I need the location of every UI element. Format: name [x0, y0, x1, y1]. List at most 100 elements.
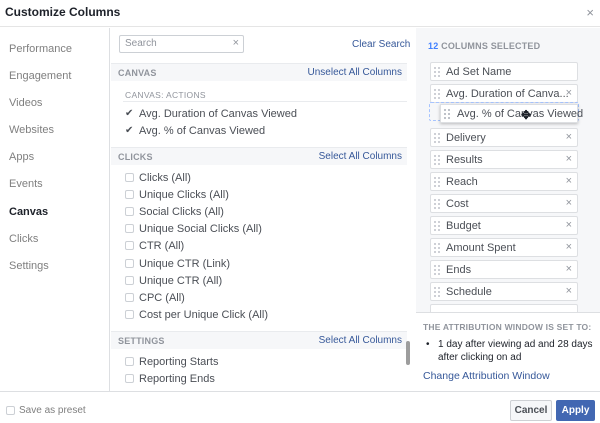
subsection-label-canvas-actions: CANVAS: ACTIONS	[125, 90, 206, 100]
remove-column-icon[interactable]: ×	[566, 219, 572, 231]
section-title-canvas: CANVAS	[118, 68, 157, 78]
selected-column-amount-spent[interactable]: Amount Spent ×	[430, 238, 578, 257]
checkbox-checked-icon[interactable]: ✔	[125, 126, 134, 136]
category-nav: Performance Engagement Videos Websites A…	[0, 28, 110, 391]
checkbox[interactable]	[125, 259, 134, 268]
attribution-description: 1 day after viewing ad and 28 days after…	[438, 339, 593, 363]
checkbox[interactable]	[125, 276, 134, 285]
selected-column-delivery[interactable]: Delivery ×	[430, 128, 578, 147]
divider	[123, 101, 407, 102]
checkbox-checked-icon[interactable]: ✔	[125, 109, 134, 119]
nav-item-events[interactable]: Events	[9, 178, 43, 190]
selected-column-label: Ends	[446, 264, 472, 276]
unselect-all-canvas-link[interactable]: Unselect All Columns	[308, 67, 402, 78]
clear-search-icon[interactable]: ×	[233, 37, 239, 49]
save-preset-label[interactable]: Save as preset	[19, 405, 86, 416]
remove-column-icon[interactable]: ×	[566, 131, 572, 143]
column-list-scrollbar[interactable]	[406, 341, 410, 365]
option-label: Cost per Unique Click (All)	[139, 309, 268, 321]
nav-item-settings[interactable]: Settings	[9, 260, 49, 272]
option-label: Avg. % of Canvas Viewed	[139, 125, 266, 137]
nav-item-engagement[interactable]: Engagement	[9, 70, 71, 82]
drag-handle-icon[interactable]	[434, 221, 441, 231]
selected-column-label: Delivery	[446, 132, 486, 144]
checkbox[interactable]	[125, 173, 134, 182]
nav-item-performance[interactable]: Performance	[9, 43, 72, 55]
nav-item-apps[interactable]: Apps	[9, 151, 34, 163]
selected-column-ad-set-name[interactable]: Ad Set Name	[430, 62, 578, 81]
selected-column-cost[interactable]: Cost ×	[430, 194, 578, 213]
dialog-header: Customize Columns ×	[0, 0, 600, 27]
section-title-settings: SETTINGS	[118, 336, 165, 346]
dragged-column-avg-pct-canvas[interactable]: Avg. % of Canvas Viewed	[440, 104, 583, 123]
selected-column-schedule[interactable]: Schedule ×	[430, 282, 578, 301]
option-label: Reporting Ends	[139, 373, 215, 385]
section-header-canvas: CANVAS Unselect All Columns	[111, 63, 407, 81]
attribution-window-box: THE ATTRIBUTION WINDOW IS SET TO: • 1 da…	[416, 312, 600, 391]
section-header-settings: SETTINGS Select All Columns	[111, 331, 407, 349]
checkbox[interactable]	[125, 207, 134, 216]
selected-column-budget[interactable]: Budget ×	[430, 216, 578, 235]
drag-handle-icon[interactable]	[434, 177, 441, 187]
apply-button[interactable]: Apply	[556, 400, 595, 421]
remove-column-icon[interactable]: ×	[566, 285, 572, 297]
column-list: Search × Clear Search CANVAS Unselect Al…	[111, 28, 415, 391]
checkbox[interactable]	[125, 310, 134, 319]
selected-column-results[interactable]: Results ×	[430, 150, 578, 169]
selected-column-label: Cost	[446, 198, 469, 210]
select-all-settings-link[interactable]: Select All Columns	[319, 335, 402, 346]
drag-handle-icon[interactable]	[434, 287, 441, 297]
selected-column-label: Amount Spent	[446, 242, 516, 254]
drag-handle-icon[interactable]	[434, 265, 441, 275]
drag-handle-icon[interactable]	[434, 199, 441, 209]
remove-column-icon[interactable]: ×	[566, 153, 572, 165]
selected-column-label: Reach	[446, 176, 478, 188]
section-header-clicks: CLICKS Select All Columns	[111, 147, 407, 165]
drag-handle-icon[interactable]	[444, 109, 451, 119]
option-label: Avg. Duration of Canvas Viewed	[139, 108, 297, 120]
drag-handle-icon[interactable]	[434, 243, 441, 253]
remove-column-icon[interactable]: ×	[566, 197, 572, 209]
option-label: CPC (All)	[139, 292, 185, 304]
remove-column-icon[interactable]: ×	[566, 241, 572, 253]
checkbox[interactable]	[125, 241, 134, 250]
remove-column-icon[interactable]: ×	[566, 263, 572, 275]
checkbox[interactable]	[125, 224, 134, 233]
select-all-clicks-link[interactable]: Select All Columns	[319, 151, 402, 162]
cancel-button[interactable]: Cancel	[510, 400, 552, 421]
nav-item-websites[interactable]: Websites	[9, 124, 54, 136]
selected-column-label: Ad Set Name	[446, 66, 512, 78]
move-cursor-icon: ✥	[521, 108, 532, 122]
clear-search-link[interactable]: Clear Search	[352, 39, 410, 50]
remove-column-icon[interactable]: ×	[566, 87, 572, 99]
close-icon[interactable]: ×	[586, 5, 594, 20]
drag-handle-icon[interactable]	[434, 155, 441, 165]
drag-handle-icon[interactable]	[434, 67, 441, 77]
selected-column-avg-duration-canvas[interactable]: Avg. Duration of Canva... ×	[430, 84, 578, 103]
selected-columns-count: 12 COLUMNS SELECTED	[428, 41, 540, 51]
remove-column-icon[interactable]: ×	[566, 175, 572, 187]
search-input[interactable]: Search ×	[119, 35, 244, 53]
checkbox[interactable]	[125, 293, 134, 302]
nav-item-clicks[interactable]: Clicks	[9, 233, 38, 245]
dialog-title: Customize Columns	[5, 5, 121, 19]
attribution-heading: THE ATTRIBUTION WINDOW IS SET TO:	[423, 322, 592, 332]
selected-column-ends[interactable]: Ends ×	[430, 260, 578, 279]
checkbox[interactable]	[125, 357, 134, 366]
option-label: Reporting Starts	[139, 356, 219, 368]
checkbox[interactable]	[125, 190, 134, 199]
dialog-footer: Save as preset Cancel Apply	[0, 391, 600, 423]
selected-column-label: Avg. Duration of Canva...	[446, 88, 569, 100]
drag-handle-icon[interactable]	[434, 89, 441, 99]
change-attribution-window-link[interactable]: Change Attribution Window	[423, 370, 550, 382]
checkbox[interactable]	[125, 374, 134, 383]
option-label: Unique Clicks (All)	[139, 189, 229, 201]
nav-item-videos[interactable]: Videos	[9, 97, 42, 109]
nav-item-canvas[interactable]: Canvas	[9, 206, 48, 218]
option-label: Clicks (All)	[139, 172, 191, 184]
option-label: Unique Social Clicks (All)	[139, 223, 262, 235]
selected-count-label: COLUMNS SELECTED	[441, 41, 541, 51]
selected-column-reach[interactable]: Reach ×	[430, 172, 578, 191]
save-preset-checkbox[interactable]	[6, 406, 15, 415]
drag-handle-icon[interactable]	[434, 133, 441, 143]
